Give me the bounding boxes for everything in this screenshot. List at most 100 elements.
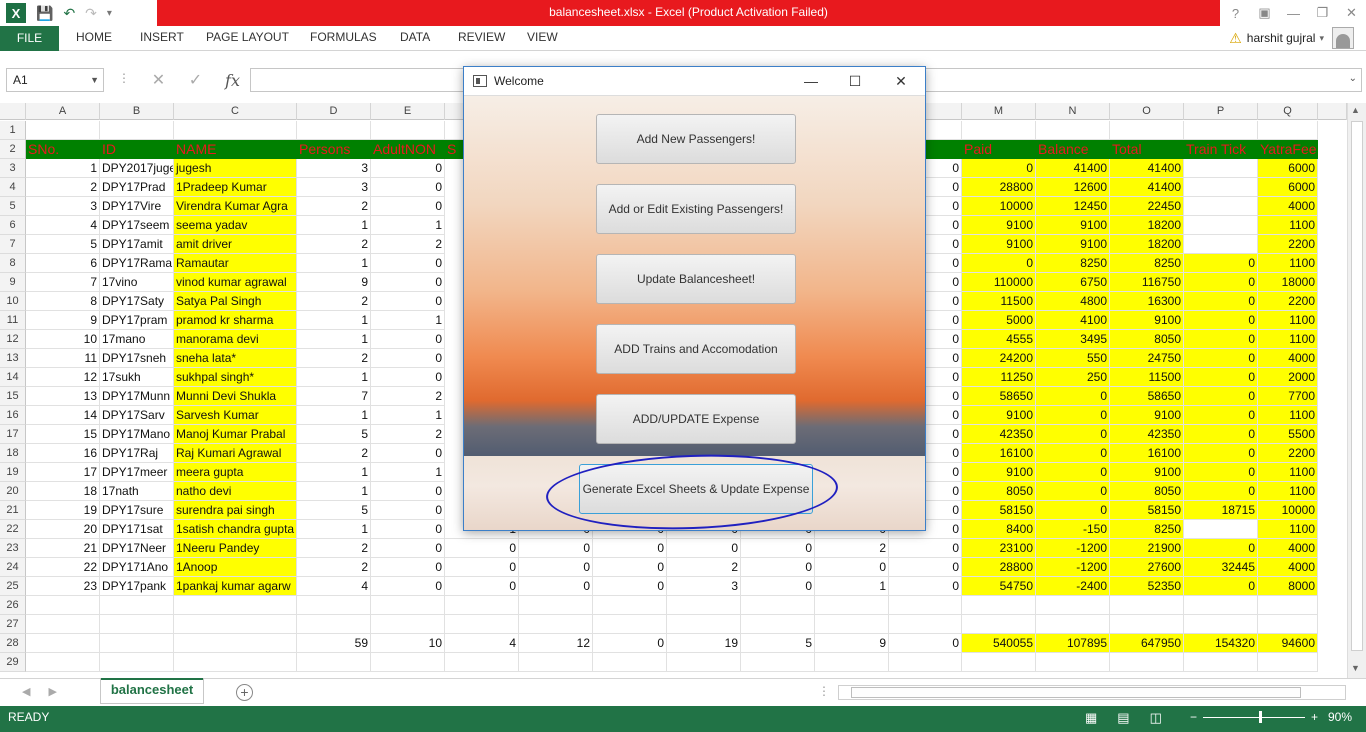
cell[interactable]: 41400 — [1110, 159, 1184, 178]
row-number[interactable]: 8 — [0, 254, 26, 273]
cell[interactable]: 10000 — [1258, 501, 1318, 520]
scroll-down-icon[interactable]: ▼ — [1351, 663, 1360, 673]
cell[interactable]: 8050 — [962, 482, 1036, 501]
cell[interactable]: 1 — [26, 159, 100, 178]
cell[interactable]: 6000 — [1258, 178, 1318, 197]
cancel-icon[interactable]: ✕ — [140, 70, 177, 90]
cell[interactable]: 59 — [297, 634, 371, 653]
cell[interactable]: 1100 — [1258, 463, 1318, 482]
cell[interactable]: 5 — [297, 425, 371, 444]
cell[interactable]: 0 — [667, 539, 741, 558]
row-number[interactable]: 28 — [0, 634, 26, 653]
cell[interactable]: YatraFees — [1258, 140, 1318, 159]
cell[interactable]: 116750 — [1110, 273, 1184, 292]
cell[interactable] — [741, 653, 815, 672]
cell[interactable] — [1036, 653, 1110, 672]
cell[interactable]: 0 — [1184, 254, 1258, 273]
cell[interactable]: 2000 — [1258, 368, 1318, 387]
cell[interactable]: DPY17Rama — [100, 254, 174, 273]
user-account[interactable]: ⚠ harshit gujral ▾ — [1229, 26, 1354, 50]
cell[interactable]: 2 — [297, 235, 371, 254]
cell[interactable] — [1184, 159, 1258, 178]
cell[interactable]: 0 — [741, 558, 815, 577]
cell[interactable]: 250 — [1036, 368, 1110, 387]
cell[interactable] — [593, 653, 667, 672]
cell[interactable]: 3 — [26, 197, 100, 216]
cell[interactable]: 0 — [593, 577, 667, 596]
cell[interactable]: DPY17pank — [100, 577, 174, 596]
cell[interactable]: 9100 — [1110, 311, 1184, 330]
cell[interactable]: 18200 — [1110, 216, 1184, 235]
cell[interactable]: 107895 — [1036, 634, 1110, 653]
cell[interactable]: 8250 — [1036, 254, 1110, 273]
cell[interactable] — [1036, 615, 1110, 634]
cell[interactable]: 41400 — [1110, 178, 1184, 197]
cell[interactable]: 0 — [889, 558, 962, 577]
cell[interactable]: 1 — [297, 254, 371, 273]
cell[interactable]: SNo. — [26, 140, 100, 159]
cell[interactable]: DPY17Sarv — [100, 406, 174, 425]
cell[interactable]: 0 — [371, 539, 445, 558]
cell[interactable] — [174, 615, 297, 634]
cell[interactable]: DPY17sure — [100, 501, 174, 520]
cell[interactable]: Satya Pal Singh — [174, 292, 297, 311]
cell[interactable] — [297, 596, 371, 615]
cell[interactable] — [1184, 653, 1258, 672]
row-number[interactable]: 9 — [0, 273, 26, 292]
select-all-corner[interactable] — [0, 103, 26, 120]
cell[interactable] — [1184, 197, 1258, 216]
cell[interactable]: DPY17sneh — [100, 349, 174, 368]
cell[interactable]: ID — [100, 140, 174, 159]
cell[interactable]: 0 — [1184, 330, 1258, 349]
cell[interactable] — [667, 653, 741, 672]
cell[interactable]: 0 — [371, 197, 445, 216]
cell[interactable]: 4555 — [962, 330, 1036, 349]
cell[interactable]: 0 — [962, 159, 1036, 178]
cell[interactable] — [741, 596, 815, 615]
cell[interactable]: 1 — [371, 406, 445, 425]
cell[interactable]: 0 — [445, 577, 519, 596]
row-number[interactable]: 16 — [0, 406, 26, 425]
row-number[interactable]: 15 — [0, 387, 26, 406]
cell[interactable]: 10 — [26, 330, 100, 349]
cell[interactable] — [1184, 520, 1258, 539]
column-header[interactable]: O — [1110, 103, 1184, 120]
ribbon-display-icon[interactable]: ▣ — [1250, 5, 1279, 21]
row-number[interactable]: 17 — [0, 425, 26, 444]
zoom-track[interactable] — [1203, 710, 1306, 723]
cell[interactable] — [174, 121, 297, 140]
cell[interactable]: 8050 — [1110, 482, 1184, 501]
row-number[interactable]: 27 — [0, 615, 26, 634]
cell[interactable] — [297, 615, 371, 634]
cell[interactable]: 12 — [519, 634, 593, 653]
cell[interactable] — [889, 653, 962, 672]
row-number[interactable]: 19 — [0, 463, 26, 482]
cell[interactable]: 8 — [26, 292, 100, 311]
cell[interactable] — [667, 596, 741, 615]
cell[interactable]: 1 — [297, 368, 371, 387]
page-layout-view-icon[interactable]: ▤ — [1117, 710, 1129, 726]
cell[interactable]: Virendra Kumar Agra — [174, 197, 297, 216]
enter-icon[interactable]: ✓ — [177, 70, 214, 90]
cell[interactable]: 19 — [667, 634, 741, 653]
cell[interactable]: 22 — [26, 558, 100, 577]
cell[interactable]: DPY17seem — [100, 216, 174, 235]
cell[interactable]: Ramautar — [174, 254, 297, 273]
cell[interactable]: 8000 — [1258, 577, 1318, 596]
cell[interactable]: 12450 — [1036, 197, 1110, 216]
cell[interactable]: 58150 — [962, 501, 1036, 520]
cell[interactable]: 17nath — [100, 482, 174, 501]
cell[interactable] — [519, 653, 593, 672]
cell[interactable] — [815, 596, 889, 615]
cell[interactable]: 4100 — [1036, 311, 1110, 330]
cell[interactable]: 17mano — [100, 330, 174, 349]
cell[interactable]: 2 — [297, 292, 371, 311]
row-number[interactable]: 7 — [0, 235, 26, 254]
sheet-nav-arrows-icon[interactable]: ◀▶ — [22, 685, 75, 698]
row-number[interactable]: 24 — [0, 558, 26, 577]
cell[interactable]: 9100 — [962, 216, 1036, 235]
cell[interactable]: Munni Devi Shukla — [174, 387, 297, 406]
cell[interactable]: -1200 — [1036, 539, 1110, 558]
cell[interactable]: natho devi — [174, 482, 297, 501]
cell[interactable]: DPY17Raj — [100, 444, 174, 463]
